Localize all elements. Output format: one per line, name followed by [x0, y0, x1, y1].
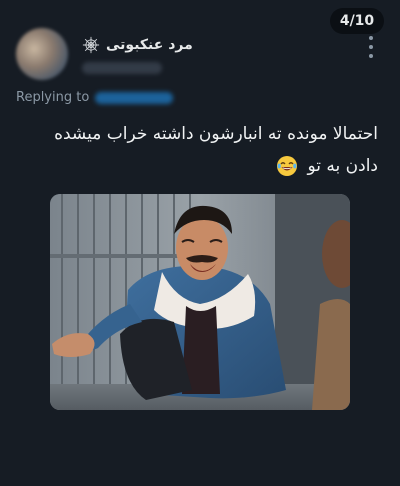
attached-photo[interactable]	[50, 194, 350, 410]
avatar[interactable]	[16, 28, 68, 80]
author-handle-redacted	[82, 62, 162, 74]
tweet-text-line-2: دادن به تو	[307, 156, 378, 176]
tweet-text-line-1: احتمالا مونده ته انبارشون داشته خراب میش…	[54, 124, 378, 144]
author-display-name[interactable]: مرد عنکبوتی	[106, 37, 193, 53]
more-dot	[369, 54, 373, 58]
media-counter-badge: 4/10	[330, 8, 384, 34]
more-dot	[369, 36, 373, 40]
more-options-icon[interactable]	[368, 36, 374, 58]
replying-to-label: Replying to	[16, 90, 90, 105]
tweet-text: احتمالا مونده ته انبارشون داشته خراب میش…	[20, 118, 378, 182]
tweet-text-line-2-row: دادن به تو	[20, 150, 378, 182]
laughing-tears-emoji-icon	[277, 156, 298, 176]
spider-web-icon	[82, 36, 100, 54]
photo-scene	[50, 194, 350, 410]
replying-to-row: Replying to	[16, 90, 174, 105]
more-dot	[369, 45, 373, 49]
author-name-row[interactable]: مرد عنکبوتی	[82, 36, 193, 54]
replying-to-handle-redacted[interactable]	[95, 91, 174, 104]
